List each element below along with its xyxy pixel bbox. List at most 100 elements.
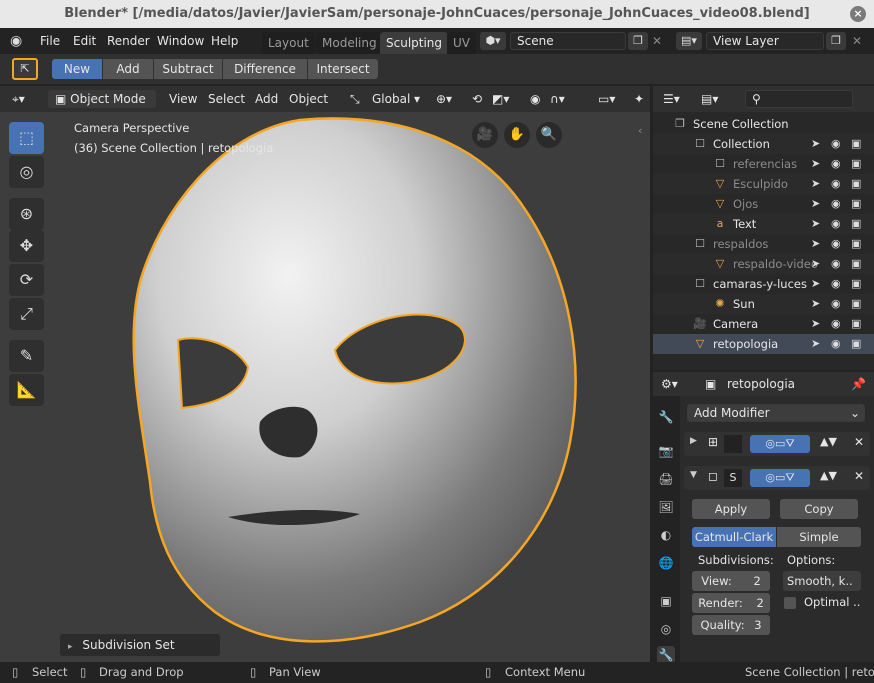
orientation-icon[interactable]: ⤡	[346, 90, 364, 108]
modifier-1-name-field[interactable]	[724, 435, 742, 453]
render-toggle-icon[interactable]: ▣	[851, 254, 861, 274]
mode-new-button[interactable]: New	[52, 59, 102, 79]
cursor-tool-icon[interactable]: ◎	[9, 156, 44, 188]
eye-icon[interactable]: ◉	[831, 314, 841, 334]
eye-icon[interactable]: ◉	[831, 134, 841, 154]
chevron-down-icon[interactable]: ▾	[410, 90, 424, 108]
tab-modeling[interactable]: Modeling	[316, 32, 383, 54]
pan-hand-icon[interactable]: ✋	[504, 122, 530, 148]
outliner-row[interactable]: ❒ Scene Collection	[653, 114, 874, 134]
render-tab-icon[interactable]: 📷	[657, 442, 675, 460]
eye-icon[interactable]: ◉	[831, 254, 841, 274]
remove-modifier-2-icon[interactable]: ✕	[854, 469, 864, 483]
select-box-tool-icon[interactable]: ⇱	[12, 58, 38, 80]
output-tab-icon[interactable]: 🖨	[657, 470, 675, 488]
outliner-row[interactable]: ☐ respaldos ➤ ◉ ▣	[653, 234, 874, 254]
mode-difference-button[interactable]: Difference	[223, 59, 307, 79]
tool-tab-icon[interactable]: 🔧	[657, 408, 675, 426]
pivot-icon[interactable]: ⊕▾	[432, 90, 456, 108]
menu-render[interactable]: Render	[107, 32, 150, 50]
simple-button[interactable]: Simple	[777, 527, 861, 547]
outliner-row[interactable]: ✺ Sun ➤ ◉ ▣	[653, 294, 874, 314]
annotate-tool-icon[interactable]: ✎	[9, 340, 44, 372]
selectable-toggle-icon[interactable]: ➤	[811, 234, 820, 254]
tab-layout[interactable]: Layout	[262, 32, 315, 54]
modifier-2-header[interactable]: ▼ ◻ S ◎▭⛛ ▲▼ ✕	[684, 466, 870, 490]
render-levels-field[interactable]: Render: 2	[692, 593, 770, 613]
catmull-clark-button[interactable]: Catmull-Clark	[692, 527, 776, 547]
falloff-icon[interactable]: ∩▾	[546, 90, 569, 108]
eye-icon[interactable]: ◉	[831, 294, 841, 314]
selectable-toggle-icon[interactable]: ➤	[811, 214, 820, 234]
gizmo-icon[interactable]: ✦	[630, 90, 648, 108]
selectable-toggle-icon[interactable]: ➤	[811, 254, 820, 274]
render-toggle-icon[interactable]: ▣	[851, 214, 861, 234]
editor-type-icon[interactable]: ⌖▾	[8, 90, 29, 108]
render-toggle-icon[interactable]: ▣	[851, 234, 861, 254]
outliner-row[interactable]: ☐ referencias ➤ ◉ ▣	[653, 154, 874, 174]
delete-scene-icon[interactable]: ✕	[652, 34, 662, 48]
outliner-row[interactable]: 🎥 Camera ➤ ◉ ▣	[653, 314, 874, 334]
tab-uv[interactable]: UV	[447, 32, 476, 54]
render-toggle-icon[interactable]: ▣	[851, 194, 861, 214]
menu-edit[interactable]: Edit	[73, 32, 96, 50]
selectable-toggle-icon[interactable]: ➤	[811, 314, 820, 334]
3d-viewport[interactable]: Camera Perspective (36) Scene Collection…	[0, 112, 650, 662]
eye-icon[interactable]: ◉	[831, 214, 841, 234]
object-mode-dropdown[interactable]: ▣ Object Mode ▾	[48, 90, 156, 122]
collapse-icon[interactable]: ▼	[690, 470, 697, 480]
menu-object[interactable]: Object	[285, 90, 332, 108]
modifier-1-header[interactable]: ▶ ⊞ ◎▭⛛ ▲▼ ✕	[684, 432, 870, 456]
selectable-toggle-icon[interactable]: ➤	[811, 194, 820, 214]
selectable-toggle-icon[interactable]: ➤	[811, 334, 820, 354]
outliner-row[interactable]: ▽ retopologia ➤ ◉ ▣	[653, 334, 874, 354]
select-tool-icon[interactable]: ⬚	[9, 122, 44, 154]
eye-icon[interactable]: ◉	[831, 174, 841, 194]
render-toggle-icon[interactable]: ▣	[851, 294, 861, 314]
tab-sculpting[interactable]: Sculpting	[380, 32, 449, 54]
outliner-row[interactable]: ▽ Esculpido ➤ ◉ ▣	[653, 174, 874, 194]
scene-field[interactable]: Scene	[510, 32, 626, 50]
mode-add-button[interactable]: Add	[103, 59, 153, 79]
modifier-2-name-field[interactable]: S	[724, 469, 742, 487]
measure-tool-icon[interactable]: 📐	[9, 374, 44, 406]
modifier-1-toggles[interactable]: ◎▭⛛	[750, 435, 810, 453]
selectable-toggle-icon[interactable]: ➤	[811, 174, 820, 194]
camera-view-icon[interactable]: 🎥	[472, 122, 498, 148]
uv-smooth-dropdown[interactable]: Smooth, k..	[783, 571, 861, 591]
outliner-row[interactable]: a Text ➤ ◉ ▣	[653, 214, 874, 234]
snap-target-icon[interactable]: ◩▾	[488, 90, 513, 108]
eye-icon[interactable]: ◉	[831, 334, 841, 354]
close-window-button[interactable]: ×	[850, 6, 866, 22]
selectable-toggle-icon[interactable]: ➤	[811, 154, 820, 174]
render-toggle-icon[interactable]: ▣	[851, 274, 861, 294]
selectable-toggle-icon[interactable]: ➤	[811, 134, 820, 154]
expand-icon[interactable]: ▶	[690, 436, 697, 446]
snap-icon[interactable]: ⟲	[468, 90, 486, 108]
delete-view-layer-icon[interactable]: ✕	[852, 34, 862, 48]
selectable-toggle-icon[interactable]: ➤	[811, 274, 820, 294]
menu-window[interactable]: Window	[157, 32, 204, 50]
menu-select[interactable]: Select	[204, 90, 249, 108]
add-modifier-dropdown[interactable]: Add Modifier ⌄	[687, 404, 865, 422]
eye-icon[interactable]: ◉	[831, 154, 841, 174]
object-types-icon[interactable]: ▭▾	[594, 90, 619, 108]
outliner-row[interactable]: ▽ Ojos ➤ ◉ ▣	[653, 194, 874, 214]
view-layer-icon[interactable]: ▤▾	[676, 32, 702, 50]
proportional-edit-icon[interactable]: ◉	[526, 90, 544, 108]
quality-field[interactable]: Quality: 3	[692, 615, 770, 635]
scale-tool-icon[interactable]: ⤢	[9, 298, 44, 330]
view-levels-field[interactable]: View: 2	[692, 571, 770, 591]
view-layer-tab-icon[interactable]: 🖼	[657, 498, 675, 516]
move-up-down-icon[interactable]: ▲▼	[820, 435, 837, 448]
outliner-editor-icon[interactable]: ☰▾	[659, 90, 684, 108]
outliner-search-input[interactable]: ⚲	[745, 90, 853, 108]
copy-view-layer-icon[interactable]: ❐	[826, 32, 846, 50]
zoom-icon[interactable]: 🔍	[536, 122, 562, 148]
display-mode-icon[interactable]: ▤▾	[697, 90, 722, 108]
scene-tab-icon[interactable]: ◐	[657, 526, 675, 544]
render-toggle-icon[interactable]: ▣	[851, 314, 861, 334]
sidebar-toggle-icon[interactable]: ‹	[638, 124, 642, 137]
outliner[interactable]: ❒ Scene Collection ☐ Collection ➤ ◉ ▣ ☐ referenc…	[653, 112, 874, 370]
copy-scene-icon[interactable]: ❐	[628, 32, 648, 50]
